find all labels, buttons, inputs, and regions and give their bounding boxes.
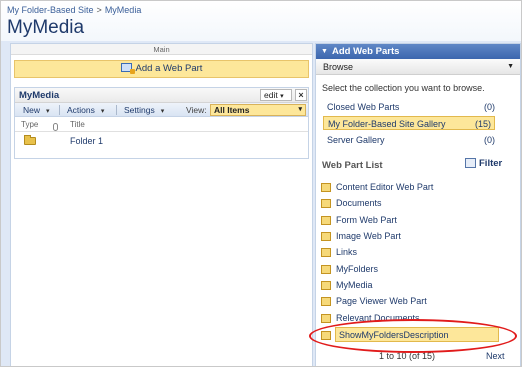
- view-select[interactable]: All Items ▾: [210, 104, 306, 116]
- web-part-item-selected[interactable]: ShowMyFoldersDescription: [321, 327, 499, 342]
- collection-server-gallery[interactable]: Server Gallery (0): [323, 133, 495, 147]
- web-part-item[interactable]: Relevant Documents: [321, 311, 496, 325]
- collection-label: Closed Web Parts: [327, 102, 400, 112]
- title-area: My Folder-Based Site > MyMedia MyMedia: [1, 1, 521, 41]
- view-value: All Items: [214, 105, 250, 115]
- column-title[interactable]: Title: [70, 120, 85, 129]
- web-part-label: Relevant Documents: [336, 313, 420, 323]
- web-part-item[interactable]: Links: [321, 245, 496, 259]
- page-body: Main Add a Web Part MyMedia edit ▾ × New…: [1, 41, 521, 366]
- web-part-title: MyMedia: [19, 90, 60, 101]
- panel-title: Add Web Parts: [332, 46, 400, 57]
- web-part-item[interactable]: Image Web Part: [321, 229, 496, 243]
- zone-header: Main: [11, 44, 312, 55]
- pager-text: 1 to 10 (of 15): [379, 351, 436, 361]
- chevron-down-icon: ▾: [160, 108, 165, 115]
- web-part-label: Links: [336, 247, 358, 257]
- new-menu-button[interactable]: New ▾: [23, 105, 50, 115]
- web-part-icon: [321, 232, 331, 241]
- filter-label: Filter: [479, 158, 503, 169]
- web-part-icon: [321, 183, 331, 192]
- edit-label: edit: [264, 90, 278, 100]
- web-part-icon: [321, 248, 331, 257]
- web-part-label: MyFolders: [336, 264, 379, 274]
- settings-menu-button[interactable]: Settings ▾: [124, 105, 164, 115]
- filter-button[interactable]: Filter: [465, 158, 502, 169]
- next-link[interactable]: Next: [486, 351, 505, 361]
- column-headers: Type Title: [15, 117, 308, 132]
- folder-icon: [24, 135, 36, 145]
- breadcrumb-current-link[interactable]: MyMedia: [105, 5, 142, 15]
- toolbar-divider: [59, 105, 60, 115]
- chevron-down-icon: ▼: [507, 63, 514, 70]
- web-part-edit-menu[interactable]: edit ▾: [260, 89, 292, 101]
- chevron-down-icon: ▾: [46, 108, 50, 115]
- add-web-parts-panel: ▼ Add Web Parts Browse ▼ Select the collec…: [315, 43, 521, 366]
- web-part-icon: [321, 199, 331, 208]
- new-label: New: [23, 105, 41, 115]
- web-part-item[interactable]: Form Web Part: [321, 213, 496, 227]
- browse-dropdown[interactable]: Browse ▼: [316, 59, 520, 75]
- browse-label: Browse: [323, 62, 354, 72]
- web-part-label: Content Editor Web Part: [336, 182, 434, 192]
- collection-site-gallery[interactable]: My Folder-Based Site Gallery (15): [323, 116, 495, 130]
- add-web-part-button[interactable]: Add a Web Part: [14, 60, 309, 78]
- page-title: MyMedia: [7, 17, 85, 38]
- web-part-item[interactable]: MyMedia: [321, 278, 496, 292]
- breadcrumb-separator: >: [96, 5, 102, 15]
- web-part-label: Documents: [336, 198, 382, 208]
- web-part-icon: [321, 281, 331, 290]
- toolbar-divider: [116, 105, 117, 115]
- web-part-item[interactable]: Page Viewer Web Part: [321, 294, 496, 308]
- chevron-down-icon: ▾: [280, 93, 284, 100]
- web-part-label: Page Viewer Web Part: [336, 296, 427, 306]
- folder-link[interactable]: Folder 1: [70, 136, 103, 146]
- web-part-icon: [321, 216, 331, 225]
- web-part-label: ShowMyFoldersDescription: [335, 327, 499, 342]
- web-part-item[interactable]: Content Editor Web Part: [321, 180, 496, 194]
- actions-label: Actions: [67, 105, 95, 115]
- view-label: View:: [186, 105, 207, 115]
- mymedia-web-part: MyMedia edit ▾ × New ▾ Actions ▾ Settings ▾…: [14, 87, 309, 159]
- web-part-label: Form Web Part: [336, 215, 397, 225]
- filter-icon: [465, 158, 476, 168]
- main-zone: Main Add a Web Part MyMedia edit ▾ × New…: [10, 43, 313, 366]
- web-part-label: Image Web Part: [336, 231, 401, 241]
- web-part-item[interactable]: Documents: [321, 196, 496, 210]
- chevron-down-icon: ▾: [100, 108, 105, 115]
- web-part-title-bar: MyMedia edit ▾ ×: [15, 88, 308, 103]
- web-part-list-heading: Web Part List: [322, 160, 383, 171]
- collection-count: (0): [484, 135, 495, 145]
- table-row: Folder 1: [15, 133, 308, 148]
- column-type[interactable]: Type: [21, 120, 38, 129]
- web-part-icon: [321, 265, 331, 274]
- web-part-item[interactable]: MyFolders: [321, 262, 496, 276]
- panel-description: Select the collection you want to browse…: [322, 83, 485, 93]
- browser-frame: My Folder-Based Site > MyMedia MyMedia Mai…: [0, 0, 522, 367]
- web-part-icon: [321, 297, 331, 306]
- collection-label: Server Gallery: [327, 135, 385, 145]
- breadcrumb: My Folder-Based Site > MyMedia: [7, 5, 141, 15]
- actions-menu-button[interactable]: Actions ▾: [67, 105, 104, 115]
- panel-header: ▼ Add Web Parts: [316, 44, 520, 59]
- add-web-part-label: Add a Web Part: [135, 63, 203, 74]
- list-toolbar: New ▾ Actions ▾ Settings ▾ View: All Items ▾: [15, 103, 308, 117]
- chevron-down-icon[interactable]: ▼: [321, 44, 328, 59]
- settings-label: Settings: [124, 105, 155, 115]
- collection-count: (0): [484, 102, 495, 112]
- web-part-label: MyMedia: [336, 280, 373, 290]
- add-web-part-icon: [120, 63, 135, 74]
- close-icon[interactable]: ×: [295, 89, 307, 101]
- collection-label: My Folder-Based Site Gallery: [328, 119, 446, 129]
- breadcrumb-site-link[interactable]: My Folder-Based Site: [7, 5, 94, 15]
- web-part-icon: [321, 331, 331, 340]
- web-part-icon: [321, 314, 331, 323]
- collection-closed-web-parts[interactable]: Closed Web Parts (0): [323, 100, 495, 114]
- collection-count: (15): [474, 119, 491, 129]
- chevron-down-icon: ▾: [298, 106, 302, 113]
